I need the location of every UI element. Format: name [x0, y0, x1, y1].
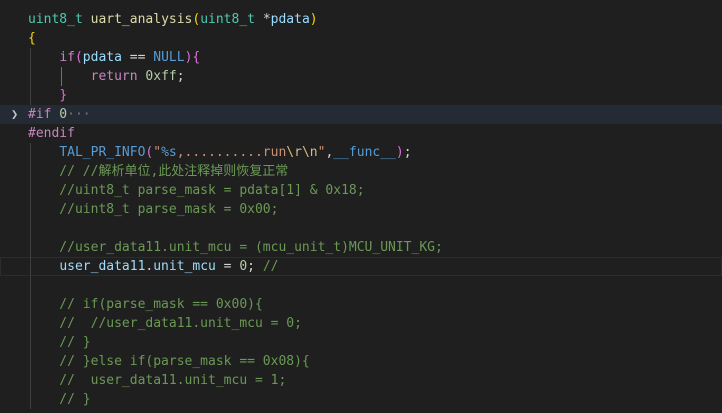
- code-text[interactable]: // user_data11.unit_mcu = 1;: [28, 371, 286, 390]
- code-token: }: [59, 88, 68, 103]
- code-text[interactable]: if(pdata == NULL){: [28, 48, 200, 67]
- code-token: pdata: [82, 50, 122, 65]
- code-text[interactable]: // //解析单位,此处注释掉则恢复正常: [28, 162, 288, 181]
- code-text[interactable]: {: [28, 29, 36, 48]
- code-text[interactable]: // //user_data11.unit_mcu = 0;: [28, 314, 302, 333]
- code-token: unit_mcu: [153, 259, 216, 274]
- code-line[interactable]: //uint8_t parse_mask = 0x00;: [0, 200, 722, 219]
- code-token: 0: [51, 107, 68, 122]
- code-line[interactable]: // if(parse_mask == 0x00){: [0, 295, 722, 314]
- code-token: ": [153, 145, 162, 160]
- code-token: ;: [403, 145, 412, 160]
- code-token: TAL_PR_INFO: [59, 145, 146, 160]
- code-line[interactable]: TAL_PR_INFO("%s,..........run\r\n",__fun…: [0, 143, 722, 162]
- code-line[interactable]: return 0xff;: [0, 67, 722, 86]
- code-line[interactable]: }: [0, 86, 722, 105]
- code-token: // //user_data11.unit_mcu = 0;: [28, 316, 302, 331]
- code-token: %s: [161, 145, 177, 160]
- code-text[interactable]: TAL_PR_INFO("%s,..........run\r\n",__fun…: [28, 143, 412, 162]
- code-token: {: [192, 50, 201, 65]
- code-text[interactable]: //uint8_t parse_mask = 0x00;: [28, 200, 278, 219]
- code-token: //: [262, 259, 279, 274]
- code-token: 0: [239, 259, 248, 274]
- indent-guide: [61, 67, 63, 86]
- code-token: 0xff: [145, 69, 177, 84]
- code-token: #if: [28, 107, 52, 122]
- code-line[interactable]: //user_data11.unit_mcu = (mcu_unit_t)MCU…: [0, 238, 722, 257]
- code-token: ,..........run: [176, 145, 287, 160]
- code-token: ;: [176, 69, 185, 84]
- code-token: =: [215, 259, 240, 274]
- code-token: //uint8_t parse_mask = 0x00;: [28, 202, 279, 217]
- code-token: return: [90, 69, 138, 84]
- code-line[interactable]: // }else if(parse_mask == 0x08){: [0, 352, 722, 371]
- code-token: \r\n: [286, 145, 318, 160]
- code-text[interactable]: // }: [28, 333, 91, 352]
- code-token: ;: [247, 259, 263, 274]
- code-token: ==: [121, 50, 154, 65]
- code-text[interactable]: #endif: [28, 124, 75, 143]
- code-text[interactable]: // if(parse_mask == 0x00){: [28, 295, 263, 314]
- code-line[interactable]: ❯ #if 0···: [0, 105, 722, 124]
- code-line[interactable]: [0, 219, 722, 238]
- code-token: {: [28, 31, 36, 46]
- code-text[interactable]: user_data11.unit_mcu = 0; //: [28, 257, 278, 276]
- code-line[interactable]: // //user_data11.unit_mcu = 0;: [0, 314, 722, 333]
- code-line[interactable]: //uint8_t parse_mask = pdata[1] & 0x18;: [0, 181, 722, 200]
- code-token: //user_data11.unit_mcu = (mcu_unit_t)MCU…: [28, 240, 443, 255]
- code-token: uart_analysis: [90, 12, 193, 27]
- code-token: if: [59, 50, 75, 65]
- code-token: // }: [28, 392, 91, 407]
- code-token: // if(parse_mask == 0x00){: [28, 297, 263, 312]
- code-token: // }else if(parse_mask == 0x08){: [28, 354, 310, 369]
- code-token: //uint8_t parse_mask = pdata[1] & 0x18;: [28, 183, 365, 198]
- code-token: ): [395, 145, 404, 160]
- code-line[interactable]: #endif: [0, 124, 722, 143]
- code-token: // }: [28, 335, 91, 350]
- code-token: // //解析单位,此处注释掉则恢复正常: [28, 164, 289, 179]
- code-text[interactable]: //user_data11.unit_mcu = (mcu_unit_t)MCU…: [28, 238, 443, 257]
- code-line[interactable]: [0, 276, 722, 295]
- code-line[interactable]: if(pdata == NULL){: [0, 48, 722, 67]
- code-line[interactable]: user_data11.unit_mcu = 0; //: [0, 257, 722, 276]
- code-token: (: [74, 50, 83, 65]
- indent-guide: [30, 48, 31, 105]
- code-line[interactable]: // }: [0, 390, 722, 409]
- code-line[interactable]: uint8_t uart_analysis(uint8_t *pdata): [0, 10, 722, 29]
- code-text[interactable]: // }: [28, 390, 91, 409]
- code-text[interactable]: uint8_t uart_analysis(uint8_t *pdata): [28, 10, 318, 29]
- code-token: // user_data11.unit_mcu = 1;: [28, 373, 287, 388]
- code-text[interactable]: // }else if(parse_mask == 0x08){: [28, 352, 310, 371]
- indent-guide: [30, 143, 31, 409]
- code-line[interactable]: // user_data11.unit_mcu = 1;: [0, 371, 722, 390]
- code-token: user_data11: [59, 259, 146, 274]
- code-token: uint8_t: [28, 12, 83, 27]
- code-token: uint8_t: [200, 12, 255, 27]
- code-token: ): [309, 12, 318, 27]
- code-token: #endif: [28, 126, 75, 141]
- code-text[interactable]: return 0xff;: [28, 67, 185, 86]
- code-token: NULL: [153, 50, 185, 65]
- code-token: *: [255, 12, 271, 27]
- code-editor[interactable]: uint8_t uart_analysis(uint8_t *pdata){ i…: [0, 0, 722, 413]
- code-text[interactable]: #if 0···: [28, 105, 91, 124]
- code-token: __func__: [333, 145, 396, 160]
- code-line[interactable]: // //解析单位,此处注释掉则恢复正常: [0, 162, 722, 181]
- code-text[interactable]: }: [28, 86, 67, 105]
- code-line[interactable]: // }: [0, 333, 722, 352]
- code-line[interactable]: {: [0, 29, 722, 48]
- code-text[interactable]: //uint8_t parse_mask = pdata[1] & 0x18;: [28, 181, 365, 200]
- code-token: ···: [67, 107, 91, 122]
- code-token: pdata: [270, 12, 310, 27]
- chevron-right-icon[interactable]: ❯: [11, 105, 18, 124]
